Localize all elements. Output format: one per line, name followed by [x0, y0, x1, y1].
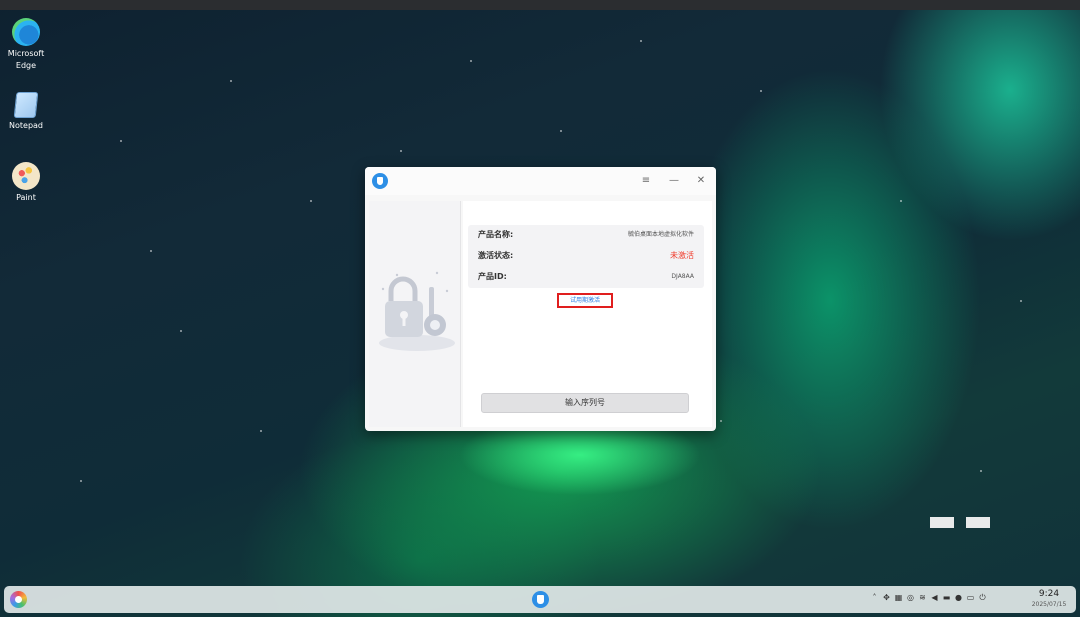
product-id-value: DJA8AA: [671, 273, 694, 280]
info-pane: 产品名称: 毓伯桌面本地虚拟化软件 激活状态: 未激活 产品ID: DJA8AA…: [463, 201, 712, 427]
product-name-label: 产品名称:: [478, 230, 514, 239]
activation-status-value: 未激活: [670, 251, 694, 260]
product-name-value: 毓伯桌面本地虚拟化软件: [627, 231, 694, 238]
trial-activation-button[interactable]: 试用期激活: [557, 293, 613, 308]
desktop-icon-paint[interactable]: Paint: [0, 162, 52, 204]
clock[interactable]: 9:24 2025/07/15: [1028, 588, 1070, 609]
clock-time: 9:24: [1038, 589, 1060, 599]
desktop-icon-label: Microsoft: [7, 49, 45, 58]
pin-icon[interactable]: ✥: [882, 592, 891, 604]
product-info-box: 产品名称: 毓伯桌面本地虚拟化软件 激活状态: 未激活 产品ID: DJA8AA: [468, 225, 704, 288]
desktop-icon-label: Edge: [15, 61, 37, 70]
title-bar[interactable]: ≡ — ✕: [365, 167, 716, 195]
clock-date: 2025/07/15: [1031, 601, 1067, 608]
taskbar: ˄ ✥ ▦ ◎ ≋ ◀ ▬ ● ▭ ⏻ 9:24 2025/07/15: [4, 586, 1076, 613]
keyboard-icon[interactable]: ▦: [894, 592, 903, 604]
top-bar: [0, 0, 1080, 10]
activation-status-label: 激活状态:: [478, 251, 514, 260]
start-menu-icon[interactable]: [10, 591, 27, 608]
network-icon[interactable]: ◎: [906, 592, 915, 604]
notepad-icon: [13, 92, 39, 118]
minimize-button[interactable]: —: [665, 172, 683, 190]
close-button[interactable]: ✕: [692, 172, 710, 190]
mic-icon[interactable]: ●: [954, 592, 963, 604]
desktop-widget-block: [930, 517, 954, 528]
illustration-pane: [369, 201, 461, 427]
menu-button[interactable]: ≡: [637, 172, 655, 190]
volume-icon[interactable]: ◀: [930, 592, 939, 604]
shield-app-icon[interactable]: [532, 591, 549, 608]
lock-key-icon: [379, 271, 455, 351]
activation-window: ≡ — ✕ 产品名称: 毓伯桌面本地虚拟化软件 激活状态: 未激活 产品ID: …: [365, 167, 716, 431]
product-name-row: 产品名称: 毓伯桌面本地虚拟化软件: [478, 227, 694, 243]
edge-icon: [12, 18, 40, 46]
activation-status-row: 激活状态: 未激活: [478, 248, 694, 264]
power-icon[interactable]: ⏻: [978, 592, 987, 604]
system-tray: ˄ ✥ ▦ ◎ ≋ ◀ ▬ ● ▭ ⏻: [870, 592, 987, 607]
product-id-row: 产品ID: DJA8AA: [478, 269, 694, 285]
display-icon[interactable]: ▬: [942, 592, 951, 604]
enter-serial-button[interactable]: 输入序列号: [481, 393, 689, 413]
desktop-icon-edge[interactable]: Microsoft Edge: [0, 18, 52, 72]
desktop-icon-notepad[interactable]: Notepad: [0, 92, 52, 132]
wifi-icon[interactable]: ≋: [918, 592, 927, 604]
desktop-widget-block: [966, 517, 990, 528]
battery-icon[interactable]: ▭: [966, 592, 975, 604]
desktop-icon-label: Notepad: [9, 121, 43, 130]
product-id-label: 产品ID:: [478, 272, 507, 281]
paint-icon: [12, 162, 40, 190]
shield-app-icon: [372, 173, 388, 189]
desktop-icon-label: Paint: [16, 193, 36, 202]
chevron-up-icon[interactable]: ˄: [870, 592, 879, 604]
